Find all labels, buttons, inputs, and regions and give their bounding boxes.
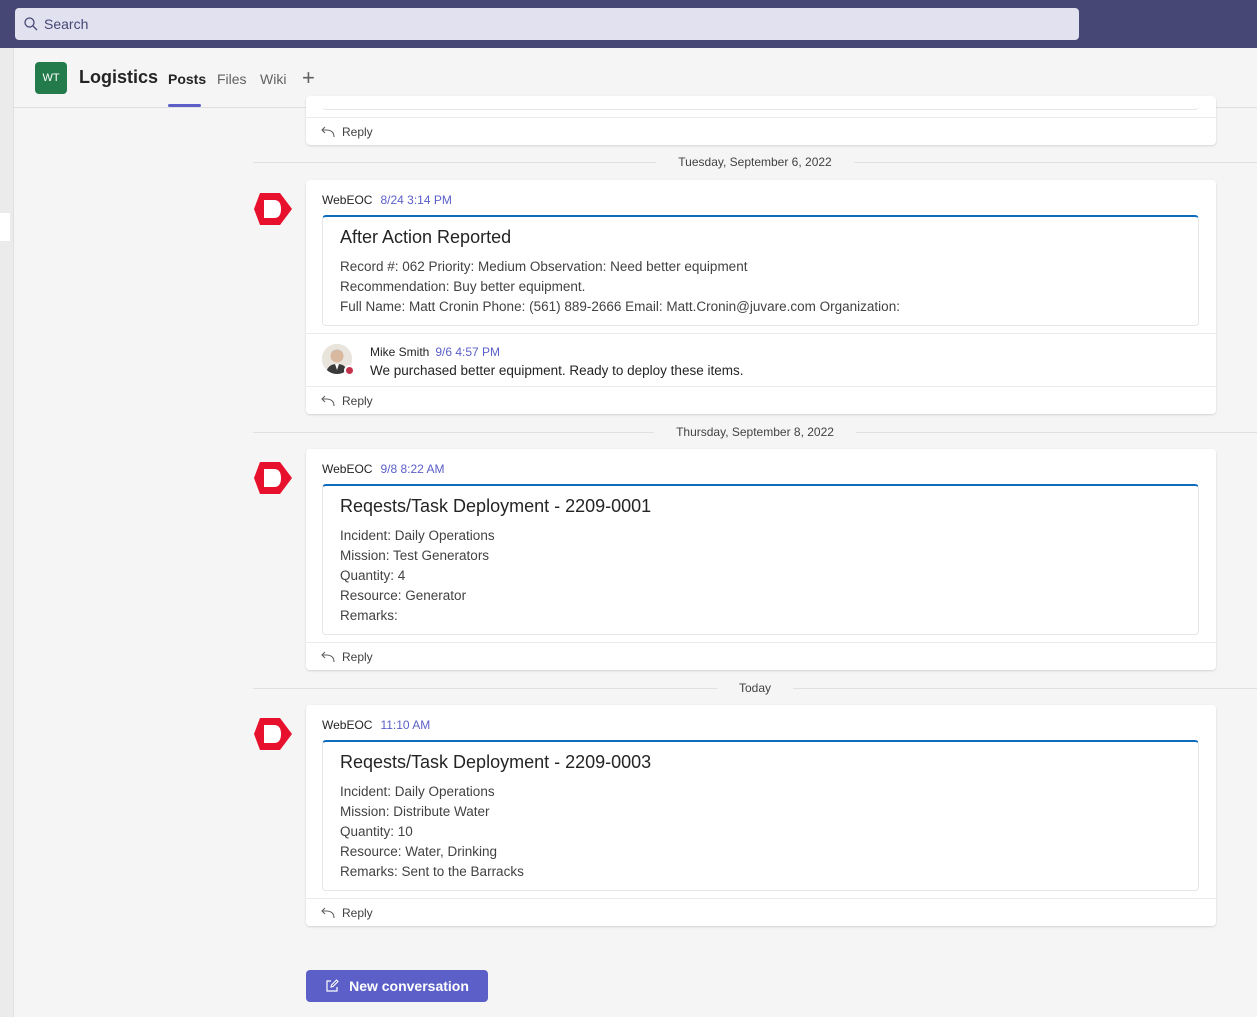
reply-header: Mike Smith 9/6 4:57 PM <box>370 345 500 359</box>
message-timestamp[interactable]: 9/8 8:22 AM <box>380 462 444 476</box>
card-title: After Action Reported <box>340 227 512 247</box>
previous-card-edge <box>322 96 1199 110</box>
date-label: Tuesday, September 6, 2022 <box>656 155 854 169</box>
card-line: Mission: Distribute Water <box>340 804 490 819</box>
add-tab-plus-icon[interactable]: + <box>302 67 315 89</box>
reply-arrow-icon <box>321 907 335 918</box>
card-line: Record #: 062 Priority: Medium Observati… <box>340 259 748 274</box>
search-icon <box>24 17 38 31</box>
webeoc-logo-icon <box>254 193 292 225</box>
top-bar: Search <box>0 0 1257 48</box>
compose-icon <box>326 979 339 992</box>
message-header: WebEOC 8/24 3:14 PM <box>322 193 452 207</box>
new-conversation-button[interactable]: New conversation <box>306 970 488 1002</box>
author-name[interactable]: WebEOC <box>322 193 372 207</box>
message-header: WebEOC 11:10 AM <box>322 718 430 732</box>
date-separator: Thursday, September 8, 2022 <box>253 425 1257 439</box>
card-line: Full Name: Matt Cronin Phone: (561) 889-… <box>340 299 900 314</box>
reply-label: Reply <box>342 905 373 920</box>
reply-label: Reply <box>342 124 373 139</box>
reply-button[interactable]: Reply <box>306 642 1216 670</box>
reply-arrow-icon <box>321 126 335 137</box>
webeoc-logo-icon <box>254 718 292 750</box>
presence-busy-icon <box>344 365 355 376</box>
card-title: Reqests/Task Deployment - 2209-0003 <box>340 752 652 772</box>
card-line: Incident: Daily Operations <box>340 528 495 543</box>
reply-button[interactable]: Reply <box>306 898 1216 926</box>
webeoc-logo-icon <box>254 462 292 494</box>
message-card: WebEOC 9/8 8:22 AM Reqests/Task Deploymen… <box>306 449 1216 670</box>
thread-reply: Mike Smith 9/6 4:57 PM We purchased bette… <box>306 333 1216 386</box>
card-line: Recommendation: Buy better equipment. <box>340 279 586 294</box>
reply-arrow-icon <box>321 651 335 662</box>
card-line: Remarks: <box>340 608 398 623</box>
card-line: Quantity: 4 <box>340 568 406 583</box>
date-label: Thursday, September 8, 2022 <box>654 425 856 439</box>
reply-arrow-icon <box>321 395 335 406</box>
reply-button[interactable]: Reply <box>306 386 1216 414</box>
active-tab-indicator <box>168 104 201 107</box>
message-timestamp[interactable]: 11:10 AM <box>380 718 430 732</box>
reply-button[interactable]: Reply <box>306 117 1216 145</box>
author-name[interactable]: WebEOC <box>322 718 372 732</box>
message-card: WebEOC 8/24 3:14 PM After Action Reported… <box>306 180 1216 414</box>
left-rail <box>0 48 14 1017</box>
author-name[interactable]: WebEOC <box>322 462 372 476</box>
search-box[interactable]: Search <box>15 8 1079 40</box>
card-line: Quantity: 10 <box>340 824 413 839</box>
reply-label: Reply <box>342 393 373 408</box>
date-label: Today <box>716 681 794 695</box>
tab-wiki[interactable]: Wiki <box>260 71 286 87</box>
card-line: Resource: Water, Drinking <box>340 844 498 859</box>
tab-posts[interactable]: Posts <box>168 71 206 87</box>
message-card: WebEOC 11:10 AM Reqests/Task Deployment -… <box>306 705 1216 926</box>
rail-indicator <box>0 213 10 241</box>
reply-author[interactable]: Mike Smith <box>370 345 429 359</box>
team-avatar[interactable]: WT <box>35 62 67 94</box>
date-separator: Today <box>253 681 1257 695</box>
message-timestamp[interactable]: 8/24 3:14 PM <box>380 193 451 207</box>
message-header: WebEOC 9/8 8:22 AM <box>322 462 445 476</box>
previous-message-card: Reply <box>306 96 1216 145</box>
reply-text: We purchased better equipment. Ready to … <box>370 363 744 378</box>
tab-files[interactable]: Files <box>217 71 247 87</box>
card-line: Mission: Test Generators <box>340 548 490 563</box>
card-line: Incident: Daily Operations <box>340 784 495 799</box>
adaptive-card: After Action Reported Record #: 062 Prio… <box>322 215 1199 326</box>
date-separator: Tuesday, September 6, 2022 <box>253 155 1257 169</box>
card-title: Reqests/Task Deployment - 2209-0001 <box>340 496 652 516</box>
adaptive-card: Reqests/Task Deployment - 2209-0003 Inci… <box>322 740 1199 891</box>
adaptive-card: Reqests/Task Deployment - 2209-0001 Inci… <box>322 484 1199 635</box>
card-line: Remarks: Sent to the Barracks <box>340 864 524 879</box>
channel-title: Logistics <box>79 67 159 87</box>
reply-timestamp[interactable]: 9/6 4:57 PM <box>435 345 500 359</box>
reply-label: Reply <box>342 649 373 664</box>
new-conversation-label: New conversation <box>349 978 469 994</box>
card-line: Resource: Generator <box>340 588 467 603</box>
search-placeholder: Search <box>44 16 89 32</box>
